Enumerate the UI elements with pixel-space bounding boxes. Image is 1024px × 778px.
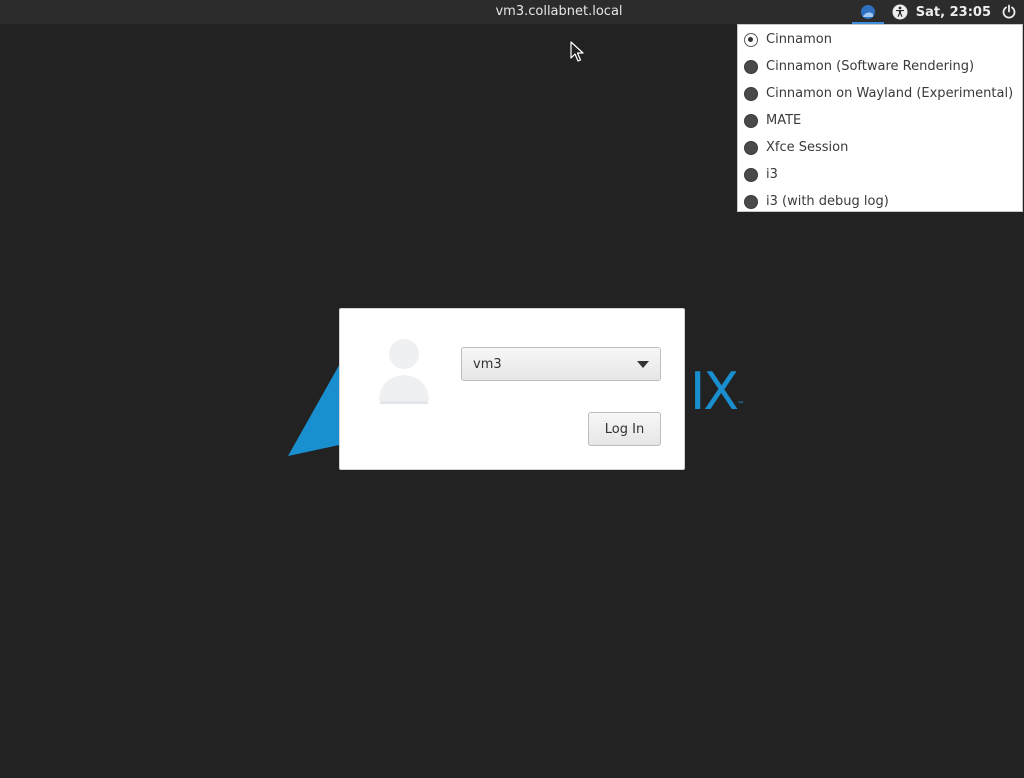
accessibility-button[interactable] <box>890 0 910 24</box>
session-menu-item[interactable]: Xfce Session <box>738 134 1022 161</box>
radio-unselected-icon <box>744 86 758 101</box>
session-menu-item-label: Cinnamon (Software Rendering) <box>766 59 975 74</box>
clock: Sat, 23:05 <box>915 4 991 20</box>
top-panel: vm3.collabnet.local Sat, 23:05 <box>0 0 1024 24</box>
radio-unselected-icon <box>744 59 758 74</box>
radio-selected-icon <box>744 32 758 47</box>
radio-unselected-icon <box>744 167 758 182</box>
login-button-label: Log In <box>604 421 645 437</box>
session-menu-item[interactable]: i3 <box>738 161 1022 188</box>
session-menu-item[interactable]: Cinnamon (Software Rendering) <box>738 53 1022 80</box>
session-menu-item[interactable]: i3 (with debug log) <box>738 188 1022 215</box>
user-select-value: vm3 <box>473 356 502 372</box>
session-menu-item-label: i3 <box>766 167 778 182</box>
session-menu-item[interactable]: Cinnamon on Wayland (Experimental) <box>738 80 1022 107</box>
radio-unselected-icon <box>744 140 758 155</box>
session-menu-item[interactable]: MATE <box>738 107 1022 134</box>
radio-unselected-icon <box>744 194 758 209</box>
login-dialog: vm3 Log In <box>339 308 685 470</box>
user-avatar-icon <box>379 339 429 404</box>
accessibility-icon <box>892 4 908 20</box>
session-menu-item-label: Cinnamon <box>766 32 832 47</box>
radio-unselected-icon <box>744 113 758 128</box>
session-menu: Cinnamon Cinnamon (Software Rendering) Cin… <box>737 24 1023 212</box>
power-icon <box>1002 4 1016 19</box>
logo-triangle <box>288 360 344 456</box>
session-menu-item-label: MATE <box>766 113 802 128</box>
login-screen: IX ™ vm3.collabnet.local Sat, 23:05 Cinn… <box>0 0 1024 778</box>
system-tray: Sat, 23:05 <box>851 0 1024 24</box>
logo-trademark: ™ <box>737 400 745 409</box>
user-select[interactable]: vm3 <box>461 347 661 381</box>
hostname-text: vm3.collabnet.local <box>495 4 623 19</box>
chevron-down-icon <box>637 361 649 368</box>
session-menu-item-label: Cinnamon on Wayland (Experimental) <box>766 86 1014 101</box>
session-icon <box>860 5 875 19</box>
session-menu-button[interactable] <box>851 0 884 24</box>
session-menu-item-label: Xfce Session <box>766 140 849 155</box>
logo-text: IX <box>690 362 739 422</box>
power-button[interactable] <box>998 0 1020 24</box>
session-menu-item[interactable]: Cinnamon <box>738 26 1022 53</box>
mouse-pointer-icon <box>570 41 584 62</box>
session-menu-item-label: i3 (with debug log) <box>766 194 889 209</box>
login-button[interactable]: Log In <box>588 412 661 446</box>
